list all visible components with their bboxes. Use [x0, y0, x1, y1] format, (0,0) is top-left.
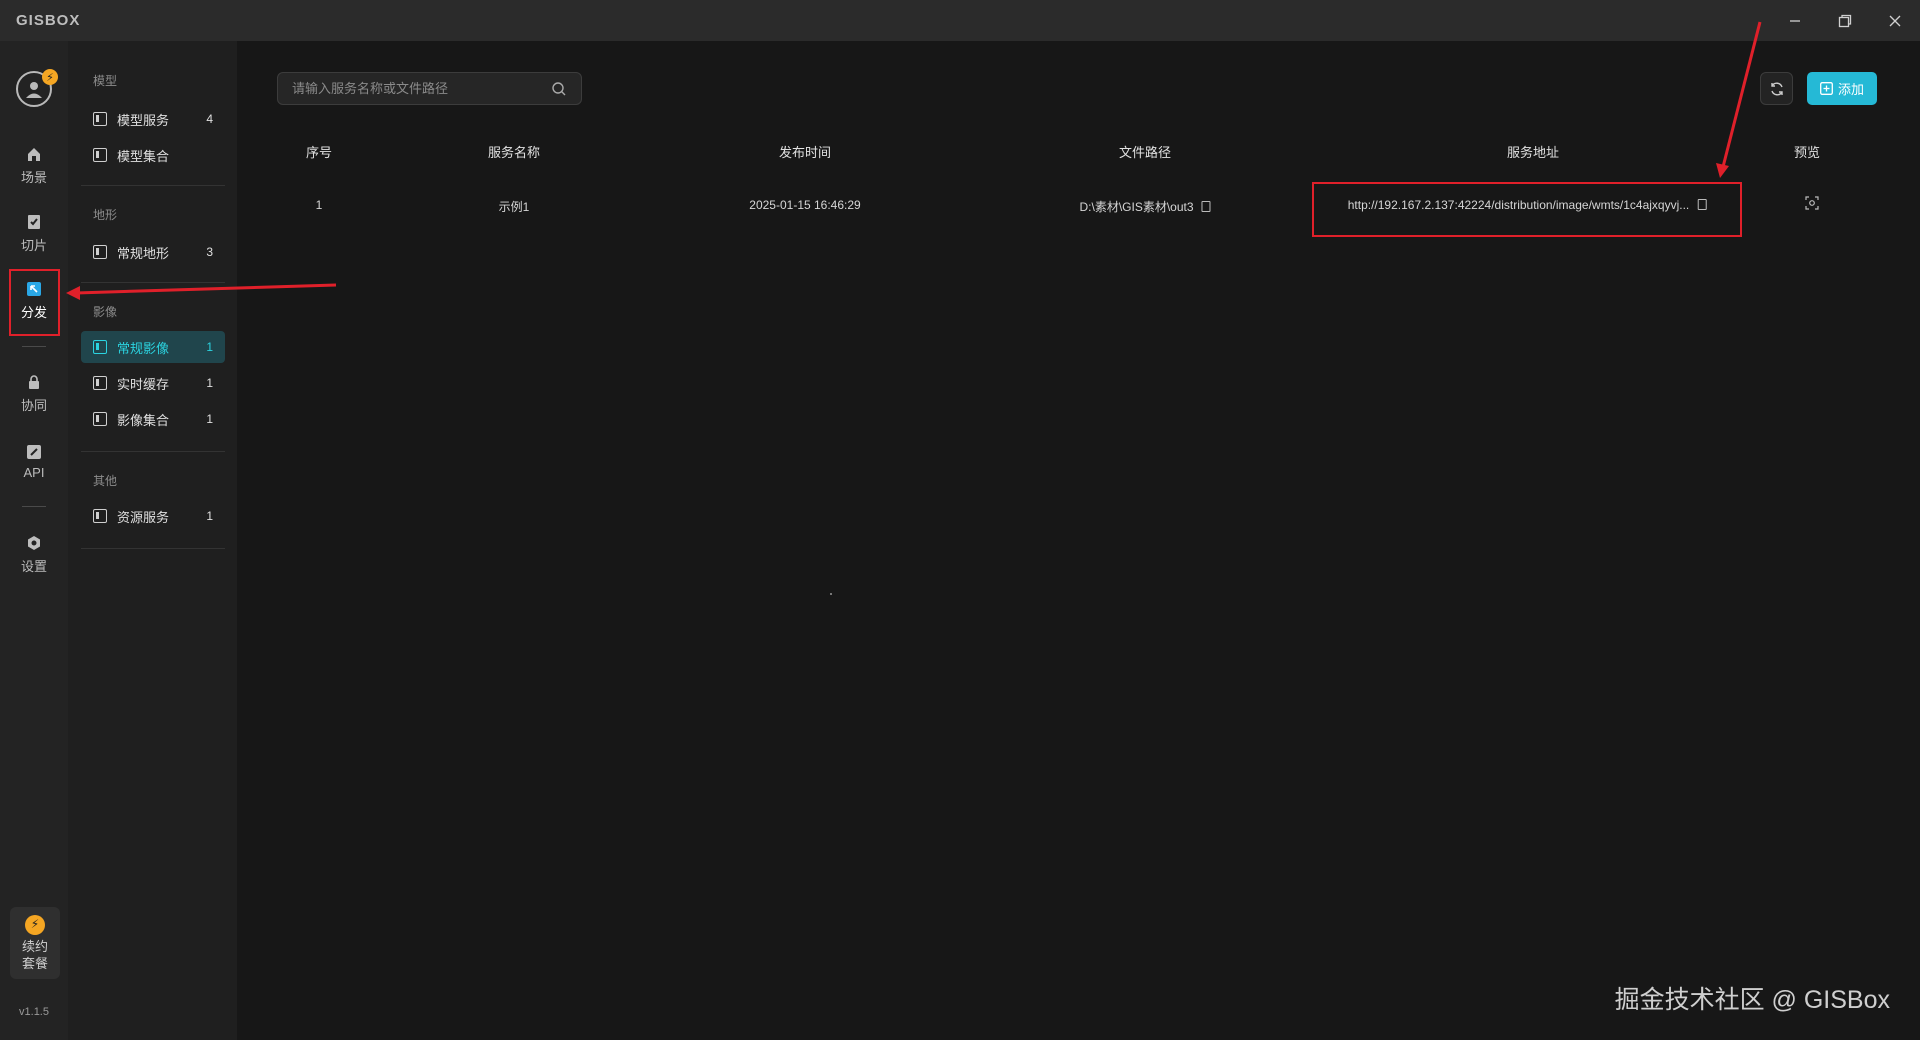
restore-button[interactable]: [1820, 0, 1870, 41]
realtime-cache-icon: [93, 376, 107, 390]
add-button-label: 添加: [1837, 82, 1864, 97]
renew-plan-button[interactable]: ⚡ 续约套餐: [10, 907, 60, 979]
cell-name: 示例1: [498, 200, 530, 214]
sidebar-item-label: 常规地形: [117, 245, 170, 261]
home-icon: [25, 145, 43, 163]
minimize-button[interactable]: [1770, 0, 1820, 41]
imagery-collection-icon: [93, 412, 107, 426]
sidebar-divider: [81, 451, 225, 452]
column-header-time: 发布时间: [778, 145, 832, 160]
model-collection-icon: [93, 148, 107, 162]
sidebar-divider: [81, 282, 225, 283]
api-icon: [25, 443, 43, 461]
rail-item-settings[interactable]: 设置: [6, 526, 62, 582]
sidebar-item-count: 1: [206, 412, 213, 426]
app-logo: GISBOX: [16, 12, 81, 29]
refresh-button[interactable]: [1760, 72, 1793, 105]
minimize-icon: [1790, 19, 1800, 22]
annotation-box-rail: [9, 269, 60, 336]
sidebar-item-label: 实时缓存: [117, 376, 170, 392]
sidebar-item-model-service[interactable]: 模型服务 4: [81, 103, 225, 135]
lightning-icon: ⚡: [25, 914, 45, 935]
sidebar-divider: [81, 548, 225, 549]
sidebar-item-label: 模型集合: [117, 148, 170, 164]
close-button[interactable]: [1870, 0, 1920, 41]
group-title-model: 模型: [93, 74, 118, 88]
cell-index: 1: [315, 198, 323, 212]
sidebar-item-model-collection[interactable]: 模型集合: [81, 139, 225, 171]
sidebar-item-label: 模型服务: [117, 112, 170, 128]
search-input[interactable]: [292, 73, 542, 104]
copy-icon[interactable]: [1201, 201, 1211, 212]
user-icon: [26, 82, 42, 98]
sidebar-item-imagery-collection[interactable]: 影像集合 1: [81, 403, 225, 435]
column-header-url: 服务地址: [1506, 145, 1560, 160]
rail-label: 设置: [20, 558, 47, 574]
version-label: v1.1.5: [19, 1006, 49, 1018]
service-sidebar: 模型 模型服务 4 模型集合 地形 常规地形 3 影像 常规影像 1 实时缓存 …: [68, 41, 237, 1040]
search-box: [277, 72, 582, 105]
main-panel: 添加 序号 服务名称 发布时间 文件路径 服务地址 预览 1 示例1 2025-…: [237, 41, 1920, 1040]
rail-label: 切片: [20, 237, 47, 253]
sidebar-item-imagery[interactable]: 常规影像 1: [81, 331, 225, 363]
rail-item-collab[interactable]: 协同: [6, 365, 62, 421]
sidebar-item-resource-service[interactable]: 资源服务 1: [81, 500, 225, 532]
title-bar: GISBOX: [0, 0, 1920, 41]
sidebar-item-count: 1: [206, 509, 213, 523]
rail-item-api[interactable]: API: [6, 433, 62, 489]
rail-label: API: [23, 464, 45, 480]
search-icon[interactable]: [551, 81, 567, 97]
rail-divider: [22, 346, 46, 347]
resource-service-icon: [93, 509, 107, 523]
terrain-icon: [93, 245, 107, 259]
rail-divider: [22, 506, 46, 507]
add-button[interactable]: 添加: [1807, 72, 1877, 105]
preview-icon[interactable]: [1805, 196, 1819, 210]
sidebar-item-realtime-cache[interactable]: 实时缓存 1: [81, 367, 225, 399]
add-icon: [1820, 82, 1833, 95]
imagery-icon: [93, 340, 107, 354]
group-title-terrain: 地形: [93, 208, 118, 222]
sidebar-item-count: 3: [206, 245, 213, 259]
column-header-preview: 预览: [1793, 145, 1821, 160]
column-header-path: 文件路径: [1118, 145, 1172, 160]
stray-dot: [830, 593, 832, 595]
refresh-icon: [1770, 82, 1783, 95]
path-text: D:\素材\GIS素材\out3: [1079, 200, 1194, 214]
sidebar-item-count: 1: [206, 376, 213, 390]
rail-item-slice[interactable]: 切片: [6, 205, 62, 261]
group-title-other: 其他: [93, 474, 118, 488]
column-header-name: 服务名称: [487, 145, 541, 160]
cell-time: 2025-01-15 16:46:29: [749, 198, 861, 212]
rail-label: 场景: [20, 169, 47, 185]
slice-icon: [25, 213, 43, 231]
rail-label: 协同: [20, 397, 47, 413]
sidebar-item-label: 影像集合: [117, 412, 170, 428]
icon-rail: ⚡ 场景 切片 分发 协同 API 设置 ⚡ 续约套餐 v1.1.5: [0, 41, 68, 1040]
lightning-badge: ⚡: [42, 69, 58, 85]
model-service-icon: [93, 112, 107, 126]
renew-label: 续约套餐: [21, 938, 48, 971]
close-icon: [1889, 15, 1901, 26]
sidebar-item-count: 1: [206, 340, 213, 354]
sidebar-divider: [81, 185, 225, 186]
rail-item-scene[interactable]: 场景: [6, 137, 62, 193]
collab-icon: [25, 373, 43, 391]
cell-path: D:\素材\GIS素材\out3: [1079, 198, 1211, 215]
sidebar-item-terrain[interactable]: 常规地形 3: [81, 236, 225, 268]
column-header-index: 序号: [305, 145, 333, 160]
restore-icon: [1838, 14, 1852, 27]
sidebar-item-label: 常规影像: [117, 340, 170, 356]
group-title-imagery: 影像: [93, 305, 118, 319]
sidebar-item-label: 资源服务: [117, 509, 170, 525]
sidebar-item-count: 4: [206, 112, 213, 126]
annotation-box-url: [1312, 182, 1742, 237]
watermark: 掘金技术社区 @ GISBox: [1614, 986, 1890, 1014]
settings-icon: [25, 534, 43, 552]
